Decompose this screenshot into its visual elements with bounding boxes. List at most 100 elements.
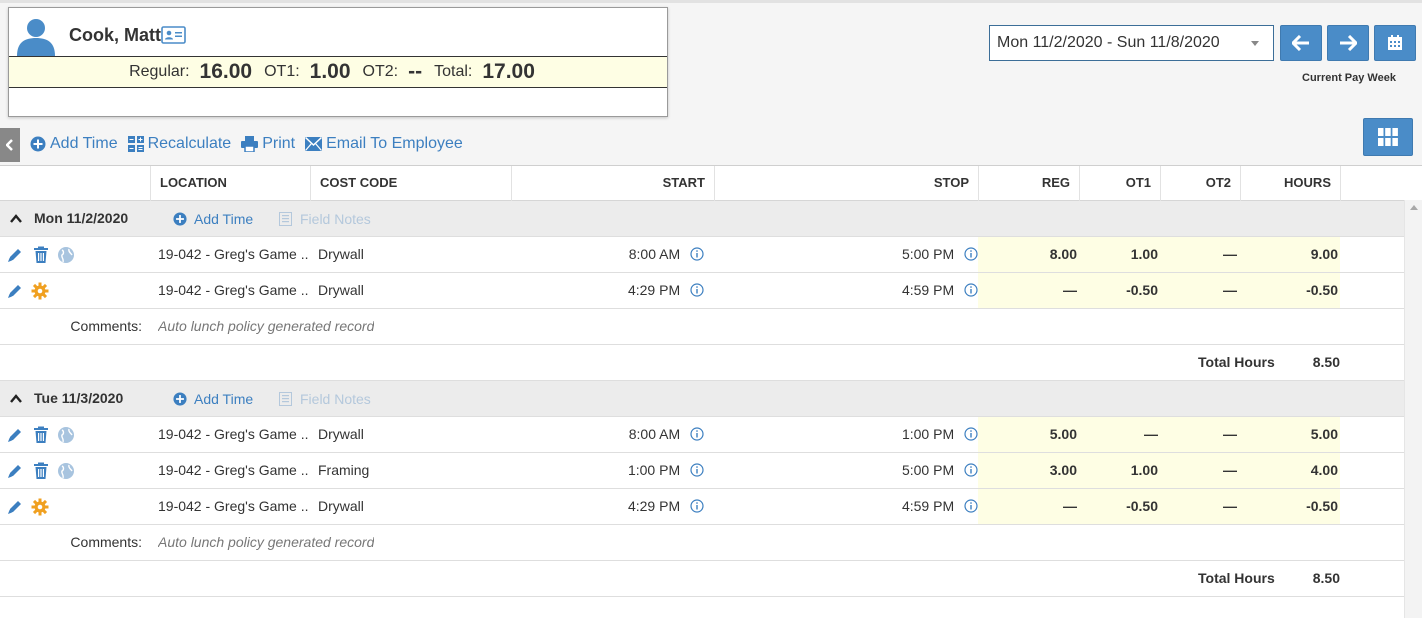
timesheet-table: LOCATION COST CODE START STOP REG OT1 OT… bbox=[0, 165, 1422, 618]
pencil-icon[interactable] bbox=[6, 426, 24, 444]
add-time-button[interactable]: Add Time bbox=[30, 135, 118, 153]
email-to-employee-button[interactable]: Email To Employee bbox=[305, 135, 463, 153]
stop-cell: 5:00 PM bbox=[714, 237, 978, 272]
vertical-scrollbar[interactable] bbox=[1404, 200, 1422, 618]
collapse-panel-button[interactable] bbox=[0, 128, 20, 162]
ot1-label: OT1: bbox=[264, 63, 300, 80]
comments-row: Comments: Auto lunch policy generated re… bbox=[0, 309, 1404, 345]
reg-cell: — bbox=[1063, 498, 1077, 514]
trash-icon[interactable] bbox=[32, 426, 50, 444]
start-cell: 8:00 AM bbox=[511, 237, 704, 272]
employee-name: Cook, Matt bbox=[69, 25, 161, 45]
column-stop[interactable]: STOP bbox=[714, 166, 978, 201]
info-icon[interactable] bbox=[964, 247, 978, 261]
info-icon[interactable] bbox=[690, 283, 704, 297]
employee-summary-card: Cook, Matt Regular: 16.00 OT1: 1.00 OT2:… bbox=[8, 7, 668, 117]
comment-text: Auto lunch policy generated record bbox=[158, 318, 375, 334]
table-row: 19-042 - Greg's Game ... Drywall 4:29 PM… bbox=[0, 273, 1404, 309]
info-icon[interactable] bbox=[690, 463, 704, 477]
reg-cell: 8.00 bbox=[1049, 246, 1077, 262]
arrow-left-icon bbox=[1292, 35, 1309, 51]
comments-row: Comments: Auto lunch policy generated re… bbox=[0, 525, 1404, 561]
column-cost-code[interactable]: COST CODE bbox=[310, 166, 511, 201]
hours-cell: 4.00 bbox=[1310, 462, 1338, 478]
info-icon[interactable] bbox=[964, 283, 978, 297]
cost-code-cell: Drywall bbox=[318, 246, 364, 262]
chevron-up-icon[interactable] bbox=[10, 394, 22, 403]
comment-text: Auto lunch policy generated record bbox=[158, 534, 375, 550]
column-hours[interactable]: HOURS bbox=[1240, 166, 1340, 201]
field-notes-button[interactable]: Field Notes bbox=[279, 201, 371, 236]
ot2-cell: — bbox=[1223, 246, 1237, 262]
info-icon[interactable] bbox=[690, 427, 704, 441]
pencil-icon[interactable] bbox=[6, 282, 24, 300]
pencil-icon[interactable] bbox=[6, 462, 24, 480]
timesheet-toolbar: Add Time Recalculate Print Email To Empl… bbox=[30, 134, 473, 154]
start-cell: 4:29 PM bbox=[511, 489, 704, 524]
previous-week-button[interactable] bbox=[1280, 25, 1322, 61]
pencil-icon[interactable] bbox=[6, 246, 24, 264]
info-icon[interactable] bbox=[690, 499, 704, 513]
cost-code-cell: Drywall bbox=[318, 426, 364, 442]
total-label: Total: bbox=[434, 63, 473, 80]
day-header-row: Tue 11/3/2020 Add Time Field Notes bbox=[0, 381, 1404, 417]
globe-icon[interactable] bbox=[57, 462, 75, 480]
day-title: Mon 11/2/2020 bbox=[34, 210, 129, 226]
column-ot2[interactable]: OT2 bbox=[1160, 166, 1240, 201]
day-add-time-button[interactable]: Add Time bbox=[173, 381, 253, 416]
column-reg[interactable]: REG bbox=[978, 166, 1079, 201]
cost-code-cell: Drywall bbox=[318, 282, 364, 298]
email-label: Email To Employee bbox=[326, 135, 463, 152]
stop-time: 5:00 PM bbox=[901, 246, 955, 262]
pay-period-value: Mon 11/2/2020 - Sun 11/8/2020 bbox=[997, 34, 1220, 51]
plus-circle-icon bbox=[173, 211, 187, 226]
total-hours-value: 8.50 bbox=[1312, 570, 1340, 586]
id-card-icon[interactable] bbox=[161, 26, 186, 44]
pay-period-select[interactable]: Mon 11/2/2020 - Sun 11/8/2020 bbox=[989, 25, 1274, 61]
ot1-cell: — bbox=[1144, 426, 1158, 442]
day-add-time-button[interactable]: Add Time bbox=[173, 201, 253, 236]
start-cell: 4:29 PM bbox=[511, 273, 704, 308]
field-notes-label: Field Notes bbox=[300, 210, 371, 227]
calendar-button[interactable] bbox=[1374, 25, 1416, 61]
globe-icon[interactable] bbox=[57, 246, 75, 264]
column-spacer bbox=[1340, 166, 1422, 201]
scroll-up-arrow-icon[interactable] bbox=[1410, 205, 1418, 210]
envelope-icon bbox=[305, 137, 323, 151]
notes-icon bbox=[279, 391, 292, 406]
globe-icon[interactable] bbox=[57, 426, 75, 444]
column-layout-button[interactable] bbox=[1363, 118, 1413, 156]
total-hours-row: Total Hours 8.50 bbox=[0, 345, 1404, 381]
info-icon[interactable] bbox=[964, 499, 978, 513]
field-notes-button[interactable]: Field Notes bbox=[279, 381, 371, 416]
pencil-icon[interactable] bbox=[6, 498, 24, 516]
next-week-button[interactable] bbox=[1327, 25, 1369, 61]
recalculate-button[interactable]: Recalculate bbox=[127, 135, 231, 153]
print-button[interactable]: Print bbox=[241, 135, 295, 153]
gear-icon bbox=[31, 498, 49, 516]
current-pay-week-label: Current Pay Week bbox=[1302, 72, 1396, 84]
info-icon[interactable] bbox=[690, 247, 704, 261]
chevron-up-icon[interactable] bbox=[10, 214, 22, 223]
comments-label: Comments: bbox=[70, 318, 142, 334]
trash-icon[interactable] bbox=[32, 462, 50, 480]
start-cell: 1:00 PM bbox=[511, 453, 704, 488]
column-ot1[interactable]: OT1 bbox=[1079, 166, 1160, 201]
column-location[interactable]: LOCATION bbox=[150, 166, 310, 201]
ot1-cell: -0.50 bbox=[1126, 498, 1158, 514]
table-row: 19-042 - Greg's Game ... Framing 1:00 PM… bbox=[0, 453, 1404, 489]
notes-icon bbox=[279, 211, 292, 226]
day-add-time-label: Add Time bbox=[194, 390, 254, 407]
calendar-icon bbox=[1388, 35, 1402, 50]
info-icon[interactable] bbox=[964, 463, 978, 477]
location-cell: 19-042 - Greg's Game ... bbox=[158, 498, 308, 514]
start-time: 4:29 PM bbox=[627, 282, 681, 298]
regular-label: Regular: bbox=[129, 63, 190, 80]
trash-icon[interactable] bbox=[32, 246, 50, 264]
info-icon[interactable] bbox=[964, 427, 978, 441]
hours-cell: 9.00 bbox=[1310, 246, 1338, 262]
ot2-label: OT2: bbox=[362, 63, 399, 80]
table-header: LOCATION COST CODE START STOP REG OT1 OT… bbox=[0, 166, 1422, 201]
stop-time: 1:00 PM bbox=[901, 426, 955, 442]
column-start[interactable]: START bbox=[511, 166, 714, 201]
